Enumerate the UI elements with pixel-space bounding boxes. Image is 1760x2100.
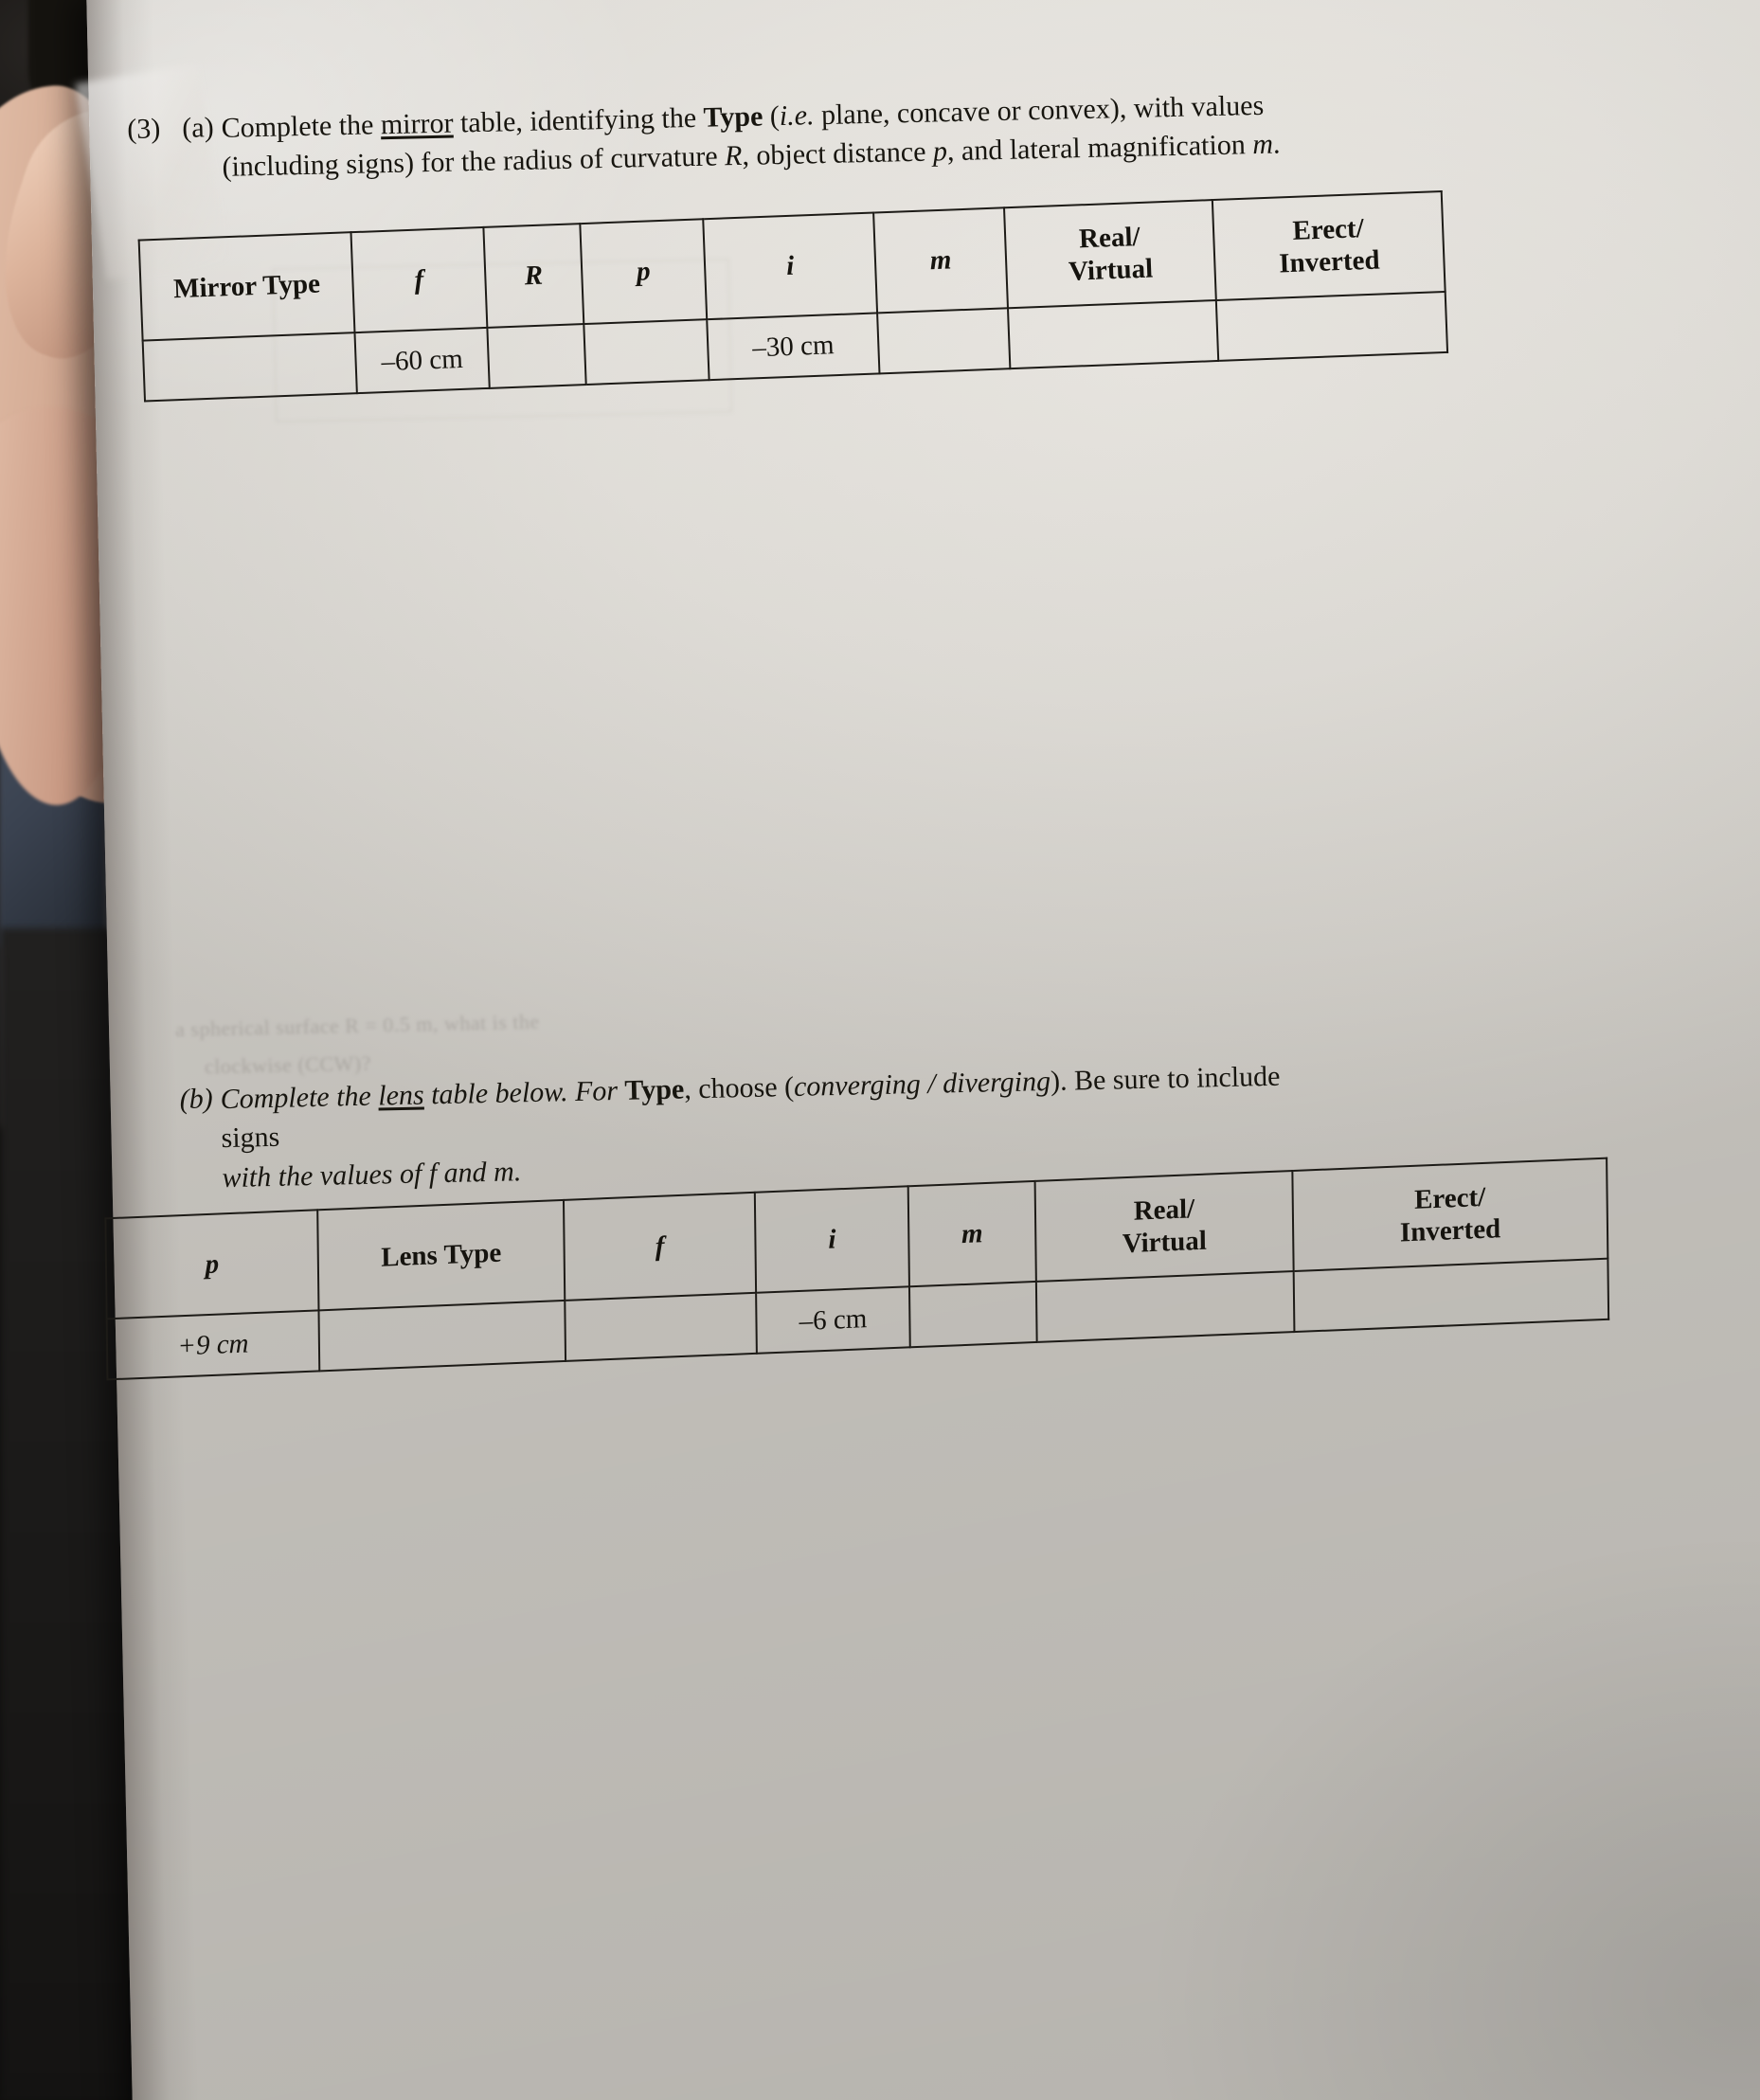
mirror-header-real-virtual: Real/ Virtual bbox=[1004, 200, 1216, 309]
mirror-header-i: i bbox=[703, 212, 878, 320]
mirror-header-p: p bbox=[580, 219, 708, 325]
page-content: (3) (a) Complete the mirror table, ident… bbox=[86, 0, 1760, 2100]
question-3b-spacer bbox=[124, 1081, 179, 1082]
mirror-cell-m[interactable] bbox=[877, 308, 1011, 374]
lens-header-real-virtual: Real/ Virtual bbox=[1034, 1171, 1294, 1282]
mirror-header-f: f bbox=[350, 226, 488, 333]
lens-header-f: f bbox=[563, 1192, 757, 1301]
lens-header-erect-inverted-line1: Erect/ bbox=[1413, 1181, 1486, 1215]
lens-cell-lens-type[interactable] bbox=[318, 1300, 566, 1372]
lens-header-lens-type: Lens Type bbox=[317, 1199, 566, 1311]
lens-cell-m[interactable] bbox=[908, 1281, 1037, 1348]
mirror-cell-real-virtual[interactable] bbox=[1007, 300, 1219, 369]
lens-cell-f[interactable] bbox=[565, 1292, 757, 1361]
part-a-l1-underline: mirror bbox=[380, 107, 454, 141]
part-b-l1-underline: lens bbox=[377, 1079, 424, 1112]
lens-cell-erect-inverted[interactable] bbox=[1293, 1258, 1609, 1333]
mirror-header-real-virtual-line1: Real/ bbox=[1078, 221, 1141, 255]
lens-header-m: m bbox=[907, 1180, 1036, 1287]
part-a-var-R: R bbox=[724, 140, 743, 172]
part-a-l1-mid: table, identifying the bbox=[453, 101, 704, 139]
part-a-l2-pre: (including signs) for the radius of curv… bbox=[222, 140, 726, 184]
part-b-l1-choices: converging / diverging bbox=[793, 1066, 1051, 1103]
mirror-table-wrapper: Mirror Type f R p i m Real/ Virtual Erec… bbox=[138, 190, 1448, 403]
part-a-l1-paren: ( bbox=[762, 100, 781, 133]
part-b-l1-bold: Type bbox=[624, 1073, 685, 1106]
lens-cell-i[interactable]: –6 cm bbox=[756, 1286, 910, 1354]
mirror-header-erect-inverted: Erect/ Inverted bbox=[1212, 191, 1446, 301]
mirror-cell-R[interactable] bbox=[487, 324, 586, 388]
mirror-header-R: R bbox=[483, 224, 584, 328]
part-b-l1-mid: table below. For bbox=[423, 1074, 625, 1111]
lens-cell-p[interactable]: +9 cm bbox=[106, 1310, 320, 1380]
lens-header-erect-inverted: Erect/ Inverted bbox=[1292, 1158, 1608, 1272]
part-a-l1-bold: Type bbox=[703, 100, 763, 134]
part-b-l2-pre: with the values of bbox=[222, 1158, 430, 1194]
lens-header-erect-inverted-line2: Inverted bbox=[1399, 1213, 1501, 1248]
mirror-header-mirror-type: Mirror Type bbox=[138, 232, 355, 341]
part-a-l1-pre: Complete the bbox=[221, 109, 382, 144]
part-a-l1-ital: i.e. bbox=[779, 99, 815, 133]
mirror-header-m: m bbox=[873, 207, 1008, 314]
mirror-cell-i[interactable]: –30 cm bbox=[707, 313, 880, 381]
lens-header-i: i bbox=[754, 1186, 909, 1293]
part-b-letter: (b) bbox=[179, 1083, 214, 1116]
part-a-var-p: p bbox=[932, 135, 948, 168]
part-b-l1-post: , choose ( bbox=[683, 1070, 795, 1105]
mirror-cell-erect-inverted[interactable] bbox=[1215, 291, 1448, 361]
lens-header-p: p bbox=[105, 1210, 319, 1319]
question-3a-block: (3) (a) Complete the mirror table, ident… bbox=[127, 84, 1358, 183]
photo-scene: a spherical surface R = 0.5 m, what is t… bbox=[0, 0, 1760, 2100]
question-3a-line-1: (3) (a) Complete the mirror table, ident… bbox=[127, 86, 1281, 189]
part-a-l2-end: . bbox=[1272, 128, 1281, 161]
part-a-l2-mid: , object distance bbox=[742, 135, 934, 172]
question-3b-block: (b) Complete the lens table below. For T… bbox=[124, 1055, 1356, 1194]
part-b-l2-mid: and bbox=[436, 1156, 494, 1189]
lens-header-real-virtual-line2: Virtual bbox=[1122, 1225, 1208, 1260]
worksheet-page: a spherical surface R = 0.5 m, what is t… bbox=[75, 0, 1760, 2100]
mirror-header-erect-inverted-line1: Erect/ bbox=[1291, 212, 1365, 246]
part-b-l1-pre: Complete the bbox=[220, 1080, 379, 1116]
part-a-text: Complete the mirror table, identifying t… bbox=[221, 86, 1281, 188]
part-b-l2-end: . bbox=[513, 1156, 522, 1188]
part-a-l2-mid2: , and lateral magnification bbox=[946, 129, 1253, 168]
mirror-header-real-virtual-line2: Virtual bbox=[1068, 253, 1154, 287]
part-a-var-m: m bbox=[1251, 129, 1274, 161]
mirror-cell-p[interactable] bbox=[584, 319, 709, 386]
part-a-letter: (a) bbox=[181, 112, 214, 144]
question-number: (3) bbox=[126, 113, 161, 146]
part-a-l1-post: plane, concave or convex), with values bbox=[814, 89, 1265, 132]
part-b-var-m: m bbox=[493, 1156, 515, 1188]
lens-header-real-virtual-line1: Real/ bbox=[1133, 1193, 1195, 1227]
mirror-cell-f[interactable]: –60 cm bbox=[354, 327, 490, 394]
mirror-cell-mirror-type[interactable] bbox=[142, 332, 357, 402]
lens-cell-real-virtual[interactable] bbox=[1035, 1271, 1295, 1342]
mirror-header-erect-inverted-line2: Inverted bbox=[1278, 244, 1381, 279]
mirror-table: Mirror Type f R p i m Real/ Virtual Erec… bbox=[138, 190, 1448, 403]
